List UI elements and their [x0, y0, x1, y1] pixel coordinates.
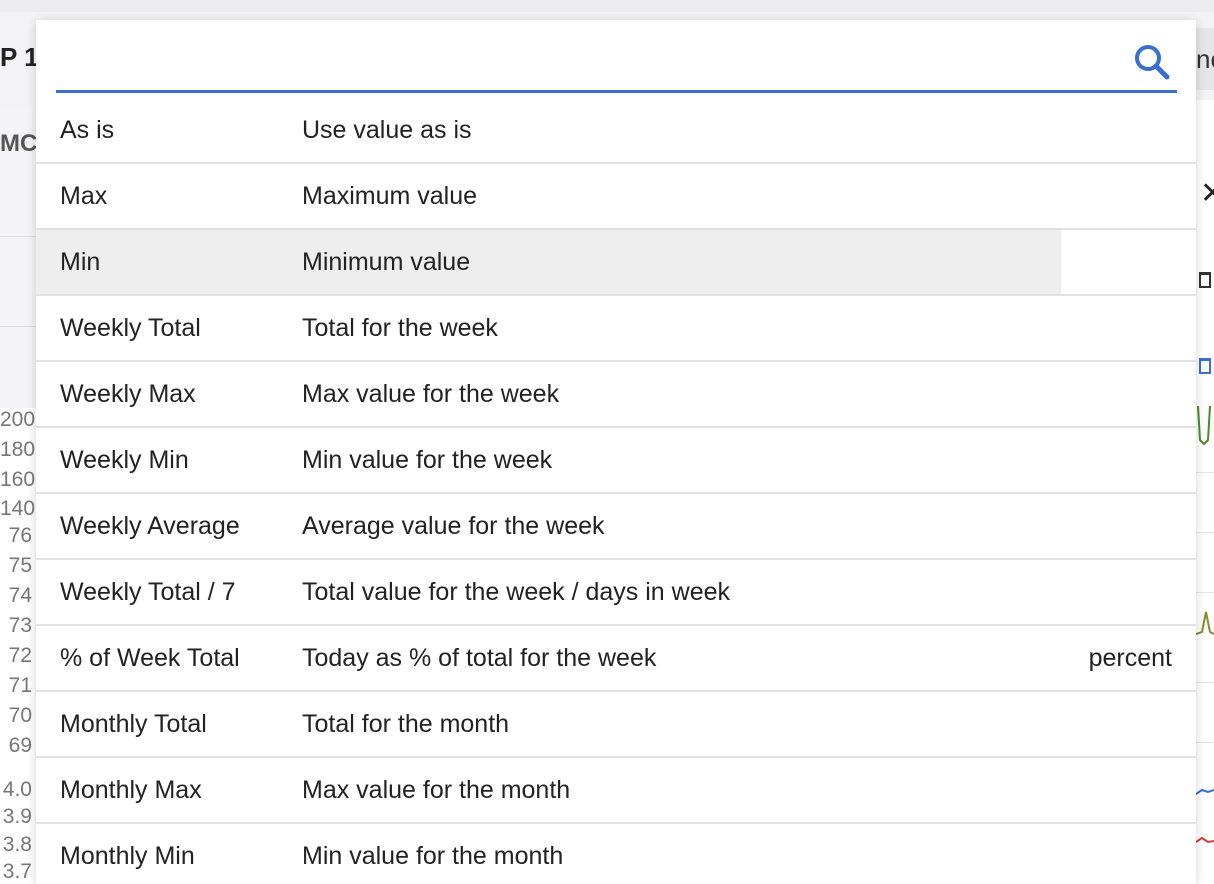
search-input[interactable] — [56, 38, 1120, 88]
option-description: Average value for the week — [302, 512, 605, 540]
y-tick-label: 69 — [8, 734, 32, 757]
y-tick-label: 140 — [0, 497, 36, 520]
option-row[interactable]: Monthly Max Max value for the month — [36, 758, 1196, 824]
option-row[interactable]: Monthly Min Min value for the month — [36, 824, 1196, 884]
option-name: Min — [60, 248, 101, 276]
sparkline-blue — [1196, 788, 1214, 795]
sparkline-red — [1196, 836, 1214, 844]
option-name: Weekly Total — [60, 314, 201, 342]
option-description: Minimum value — [302, 248, 471, 276]
trash-icon[interactable] — [1199, 358, 1211, 374]
option-name: Max — [60, 182, 108, 210]
close-icon[interactable]: ✕ — [1200, 176, 1214, 211]
y-tick-label: 76 — [8, 524, 32, 547]
option-name: Weekly Total / 7 — [60, 578, 236, 606]
option-name: As is — [60, 116, 115, 144]
divider — [1196, 472, 1214, 473]
search-icon[interactable] — [1132, 42, 1172, 82]
option-row[interactable]: Weekly Average Average value for the wee… — [36, 494, 1196, 560]
sparkline-olive — [1196, 611, 1214, 635]
y-tick-label: 4.0 — [2, 778, 32, 801]
y-tick-label: 3.9 — [2, 805, 32, 828]
y-tick-label: 160 — [0, 468, 36, 491]
option-name: Weekly Average — [60, 512, 240, 540]
option-description: Maximum value — [302, 182, 478, 210]
option-description: Min value for the month — [302, 842, 564, 870]
y-tick-label: 72 — [8, 644, 32, 667]
option-unit: percent — [1088, 644, 1172, 672]
divider — [1196, 592, 1214, 593]
search-underline — [56, 90, 1177, 93]
option-description: Max value for the week — [302, 380, 560, 408]
option-list: As is Use value as is Max Maximum value … — [36, 98, 1196, 884]
left-subtitle: MC — [0, 130, 38, 157]
option-row[interactable]: Monthly Total Total for the month — [36, 692, 1196, 758]
option-name: % of Week Total — [60, 644, 240, 672]
option-row[interactable]: Weekly Min Min value for the week — [36, 428, 1196, 494]
right-header-text: nc — [1196, 44, 1214, 74]
y-tick-label: 70 — [8, 704, 32, 727]
option-row-highlighted[interactable]: Min Minimum value — [36, 230, 1196, 296]
option-name: Monthly Max — [60, 776, 202, 804]
divider — [1196, 742, 1214, 743]
y-tick-label: 200 — [0, 408, 36, 431]
option-row[interactable]: Weekly Max Max value for the week — [36, 362, 1196, 428]
y-tick-label: 74 — [8, 584, 32, 607]
option-description: Min value for the week — [302, 446, 553, 474]
option-description: Max value for the month — [302, 776, 571, 804]
option-name: Monthly Min — [60, 842, 195, 870]
divider — [0, 326, 38, 327]
option-name: Weekly Min — [60, 446, 189, 474]
right-header-button[interactable]: nc — [1196, 28, 1214, 90]
divider — [0, 236, 38, 237]
y-tick-label: 73 — [8, 614, 32, 637]
option-row[interactable]: As is Use value as is — [36, 98, 1196, 164]
y-tick-label: 71 — [8, 674, 32, 697]
option-row[interactable]: Weekly Total / 7 Total value for the wee… — [36, 560, 1196, 626]
left-title: P 1 — [0, 42, 39, 72]
option-description: Today as % of total for the week — [302, 644, 657, 672]
option-description: Total value for the week / days in week — [302, 578, 731, 606]
right-panel — [1196, 100, 1214, 884]
option-description: Use value as is — [302, 116, 472, 144]
option-row[interactable]: Max Maximum value — [36, 164, 1196, 230]
y-tick-label: 75 — [8, 554, 32, 577]
y-tick-label: 180 — [0, 438, 36, 461]
option-name: Weekly Max — [60, 380, 196, 408]
option-row[interactable]: % of Week Total Today as % of total for … — [36, 626, 1196, 692]
option-name: Monthly Total — [60, 710, 207, 738]
chart-axis-area: 200 180 160 140 76 75 74 73 72 71 70 69 … — [0, 408, 38, 884]
option-description: Total for the week — [302, 314, 498, 342]
sparkline-green — [1197, 405, 1211, 446]
top-bar — [0, 0, 1214, 12]
option-description: Total for the month — [302, 710, 510, 738]
divider — [1196, 532, 1214, 533]
y-tick-label: 3.7 — [2, 860, 32, 883]
divider — [1196, 682, 1214, 683]
y-tick-label: 3.8 — [2, 833, 32, 856]
trash-icon[interactable] — [1199, 272, 1211, 288]
option-row[interactable]: Weekly Total Total for the week — [36, 296, 1196, 362]
aggregation-dropdown: As is Use value as is Max Maximum value … — [36, 20, 1196, 884]
